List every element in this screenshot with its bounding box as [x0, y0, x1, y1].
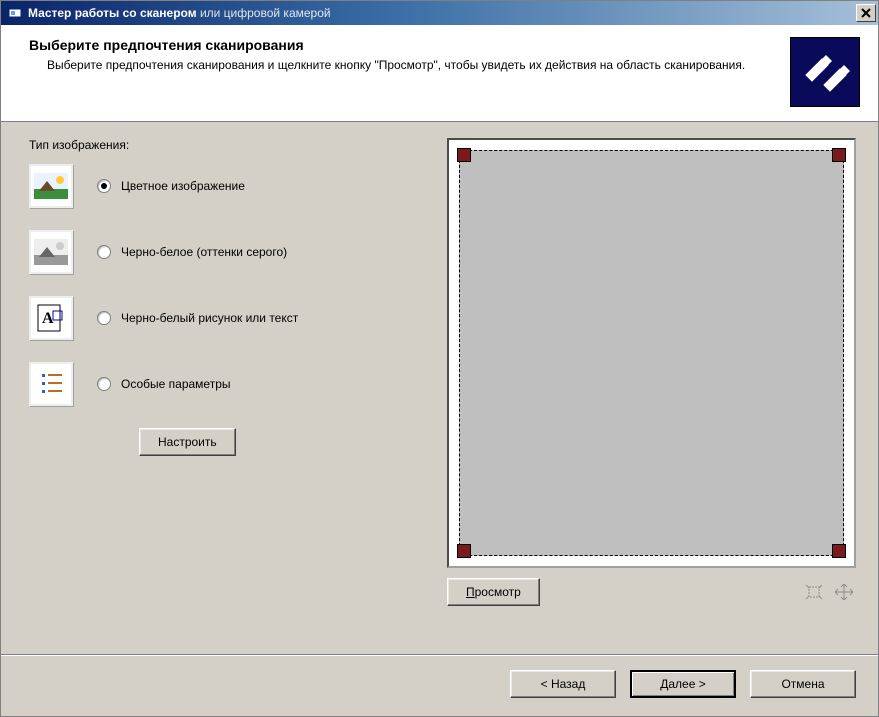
option-grayscale-label: Черно-белое (оттенки серого)	[121, 245, 287, 259]
image-type-label: Тип изображения:	[29, 138, 419, 152]
back-button[interactable]: < Назад	[510, 670, 616, 698]
preview-selection[interactable]	[459, 150, 844, 556]
window-title: Мастер работы со сканером или цифровой к…	[28, 6, 331, 20]
crop-handle-top-right[interactable]	[832, 148, 846, 162]
option-bw-text-label: Черно-белый рисунок или текст	[121, 311, 298, 325]
wizard-window: Мастер работы со сканером или цифровой к…	[0, 0, 879, 717]
bw-text-icon: A	[29, 296, 73, 340]
fit-selection-icon[interactable]	[802, 581, 826, 603]
option-custom-label: Особые параметры	[121, 377, 231, 391]
crop-handle-bottom-left[interactable]	[457, 544, 471, 558]
radio-grayscale[interactable]	[97, 245, 111, 259]
wizard-body: Тип изображения: Цветное изображение Чер…	[1, 122, 878, 655]
color-photo-icon	[29, 164, 73, 208]
configure-button[interactable]: Настроить	[139, 428, 236, 456]
crop-handle-top-left[interactable]	[457, 148, 471, 162]
radio-bw-text[interactable]	[97, 311, 111, 325]
option-custom[interactable]: Особые параметры	[29, 362, 419, 406]
preview-panel: Просмотр	[447, 138, 856, 645]
option-color-label: Цветное изображение	[121, 179, 245, 193]
svg-text:A: A	[42, 310, 54, 327]
grayscale-photo-icon	[29, 230, 73, 274]
radio-custom[interactable]	[97, 377, 111, 391]
app-icon	[7, 5, 23, 21]
option-color[interactable]: Цветное изображение	[29, 164, 419, 208]
custom-settings-icon	[29, 362, 73, 406]
full-page-icon[interactable]	[832, 581, 856, 603]
close-button[interactable]	[856, 4, 876, 22]
next-button[interactable]: Далее >	[630, 670, 736, 698]
option-grayscale[interactable]: Черно-белое (оттенки серого)	[29, 230, 419, 274]
crop-handle-bottom-right[interactable]	[832, 544, 846, 558]
wizard-footer: < Назад Далее > Отмена	[1, 655, 878, 716]
scanner-wizard-icon	[790, 37, 860, 107]
option-bw-text[interactable]: A Черно-белый рисунок или текст	[29, 296, 419, 340]
image-type-panel: Тип изображения: Цветное изображение Чер…	[29, 138, 419, 645]
preview-button[interactable]: Просмотр	[447, 578, 540, 606]
preview-frame	[447, 138, 856, 568]
titlebar: Мастер работы со сканером или цифровой к…	[1, 1, 878, 25]
radio-color[interactable]	[97, 179, 111, 193]
wizard-header: Выберите предпочтения сканирования Выбер…	[1, 25, 878, 122]
header-description: Выберите предпочтения сканирования и щел…	[29, 57, 774, 73]
cancel-button[interactable]: Отмена	[750, 670, 856, 698]
header-title: Выберите предпочтения сканирования	[29, 37, 774, 53]
